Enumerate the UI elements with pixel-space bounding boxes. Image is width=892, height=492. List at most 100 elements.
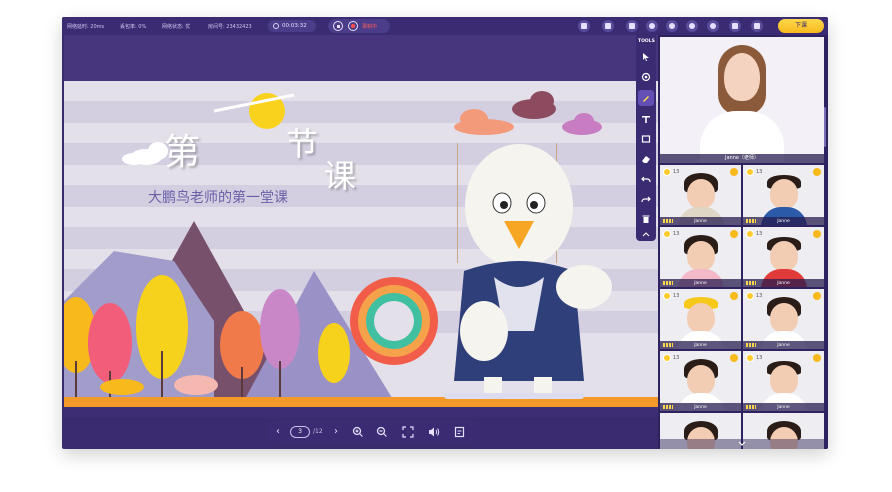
rainbow-shape bbox=[350, 277, 438, 365]
fullscreen-toggle-icon[interactable] bbox=[402, 426, 414, 438]
slide-artwork bbox=[64, 91, 658, 407]
teacher-video[interactable]: Janne（老师） bbox=[660, 37, 824, 163]
teacher-name: Janne（老师） bbox=[660, 154, 824, 163]
student-name: Janne bbox=[694, 219, 707, 224]
student-name: Janne bbox=[694, 281, 707, 286]
slide-title-char-1: 第 bbox=[164, 132, 201, 173]
coin-icon bbox=[663, 230, 671, 238]
coin-icon bbox=[663, 292, 671, 300]
latency-stat: 网络延时: 20ms bbox=[67, 24, 105, 30]
stop-record-button[interactable] bbox=[333, 21, 343, 31]
student-name: Janne bbox=[777, 219, 790, 224]
coin-icon bbox=[746, 230, 754, 238]
packet-loss-stat: 丢包率: 0% bbox=[120, 24, 147, 30]
student-video[interactable]: 13 Janne bbox=[743, 227, 824, 287]
student-name: Janne bbox=[777, 405, 790, 410]
total-pages: /12 bbox=[313, 428, 323, 435]
network-status-stat: 网络状态: 优 bbox=[162, 24, 191, 30]
trophy-icon bbox=[813, 230, 821, 238]
screenshot-icon[interactable] bbox=[626, 20, 638, 32]
tools-title: TOOLS bbox=[638, 39, 655, 44]
coin-icon bbox=[746, 354, 754, 362]
chevron-down-icon bbox=[738, 441, 746, 446]
recording-label: 录制中 bbox=[362, 24, 378, 30]
student-video[interactable]: 13 Janne bbox=[660, 351, 741, 411]
panel-scrollbar[interactable] bbox=[824, 107, 826, 147]
courseware-stage: 第 节 课 大鹏鸟老师的第一堂课 bbox=[64, 35, 658, 417]
classroom-window: 网络延时: 20ms 丢包率: 0% 网络状态: 优 房间号: 23432423… bbox=[62, 17, 828, 449]
coin-icon bbox=[746, 292, 754, 300]
trophy-icon bbox=[813, 292, 821, 300]
current-page-input[interactable]: 3 bbox=[290, 426, 310, 438]
trophy-icon bbox=[813, 168, 821, 176]
zoom-in-icon[interactable] bbox=[352, 426, 364, 438]
chat-icon[interactable] bbox=[666, 20, 678, 32]
coin-count: 13 bbox=[756, 355, 763, 361]
student-name: Janne bbox=[694, 405, 707, 410]
fullscreen-icon[interactable] bbox=[751, 20, 763, 32]
layout-icon[interactable] bbox=[729, 20, 741, 32]
top-status-bar: 网络延时: 20ms 丢包率: 0% 网络状态: 优 房间号: 23432423… bbox=[62, 17, 828, 35]
coin-count: 13 bbox=[756, 293, 763, 299]
student-video[interactable]: 13 Janne bbox=[743, 351, 824, 411]
recording-controls: 录制中 bbox=[328, 19, 390, 33]
slide-title-char-4: 课 bbox=[324, 157, 357, 195]
zoom-out-icon[interactable] bbox=[376, 426, 388, 438]
courseware-slide[interactable]: 第 节 课 大鹏鸟老师的第一堂课 bbox=[64, 81, 658, 407]
notes-icon[interactable] bbox=[454, 426, 466, 438]
text-icon[interactable] bbox=[641, 114, 651, 124]
coin-count: 13 bbox=[673, 231, 680, 237]
users-icon[interactable] bbox=[578, 20, 590, 32]
eraser-icon[interactable] bbox=[641, 154, 651, 164]
target-icon[interactable] bbox=[641, 72, 651, 82]
pointer-icon[interactable] bbox=[641, 52, 651, 62]
timer-pill: 00:03:32 bbox=[268, 20, 316, 32]
trophy-icon bbox=[730, 354, 738, 362]
undo-icon[interactable] bbox=[641, 174, 651, 184]
trophy-icon bbox=[730, 230, 738, 238]
student-video[interactable]: 13 Janne bbox=[660, 227, 741, 287]
coin-count: 13 bbox=[756, 231, 763, 237]
teacher-face bbox=[724, 53, 760, 101]
stage-top-area bbox=[64, 35, 658, 81]
clock-icon bbox=[273, 23, 279, 29]
page-controls: ‹ 3 /12 › bbox=[266, 421, 482, 443]
shape-icon[interactable] bbox=[641, 134, 651, 144]
hand-icon[interactable] bbox=[646, 20, 658, 32]
redo-icon[interactable] bbox=[641, 194, 651, 204]
trophy-icon bbox=[813, 354, 821, 362]
camera-icon[interactable] bbox=[602, 20, 614, 32]
panel-collapse-bar[interactable] bbox=[660, 439, 824, 449]
student-name: Janne bbox=[777, 343, 790, 348]
settings-icon[interactable] bbox=[707, 20, 719, 32]
volume-icon[interactable] bbox=[428, 426, 440, 438]
coin-icon bbox=[746, 168, 754, 176]
coin-icon bbox=[663, 354, 671, 362]
end-class-button[interactable]: 下课 bbox=[778, 19, 824, 33]
trophy-icon bbox=[730, 168, 738, 176]
class-timer: 00:03:32 bbox=[282, 23, 307, 29]
student-video[interactable]: 13 Janne bbox=[743, 165, 824, 225]
student-video[interactable]: 13 Janne bbox=[743, 289, 824, 349]
delete-icon[interactable] bbox=[641, 214, 651, 224]
next-page-button[interactable]: › bbox=[330, 426, 342, 438]
student-video[interactable]: 13 Janne bbox=[660, 165, 741, 225]
coin-icon bbox=[663, 168, 671, 176]
coin-count: 13 bbox=[673, 293, 680, 299]
pen-tool-selected[interactable] bbox=[638, 90, 654, 106]
coin-count: 13 bbox=[673, 169, 680, 175]
eagle-character bbox=[444, 143, 612, 399]
student-name: Janne bbox=[694, 343, 707, 348]
slide-title-char-3: 节 bbox=[286, 125, 319, 163]
collapse-icon[interactable] bbox=[641, 230, 651, 238]
help-icon[interactable] bbox=[686, 20, 698, 32]
student-video[interactable]: 13 Janne bbox=[660, 289, 741, 349]
cloud-right bbox=[454, 91, 602, 135]
prev-page-button[interactable]: ‹ bbox=[272, 426, 284, 438]
record-button[interactable] bbox=[348, 21, 358, 31]
student-name: Janne bbox=[777, 281, 790, 286]
room-number: 房间号: 23432423 bbox=[208, 24, 252, 30]
cloud-left bbox=[122, 142, 168, 165]
tools-panel: TOOLS bbox=[636, 35, 656, 241]
stage-bottom-area bbox=[64, 407, 658, 417]
